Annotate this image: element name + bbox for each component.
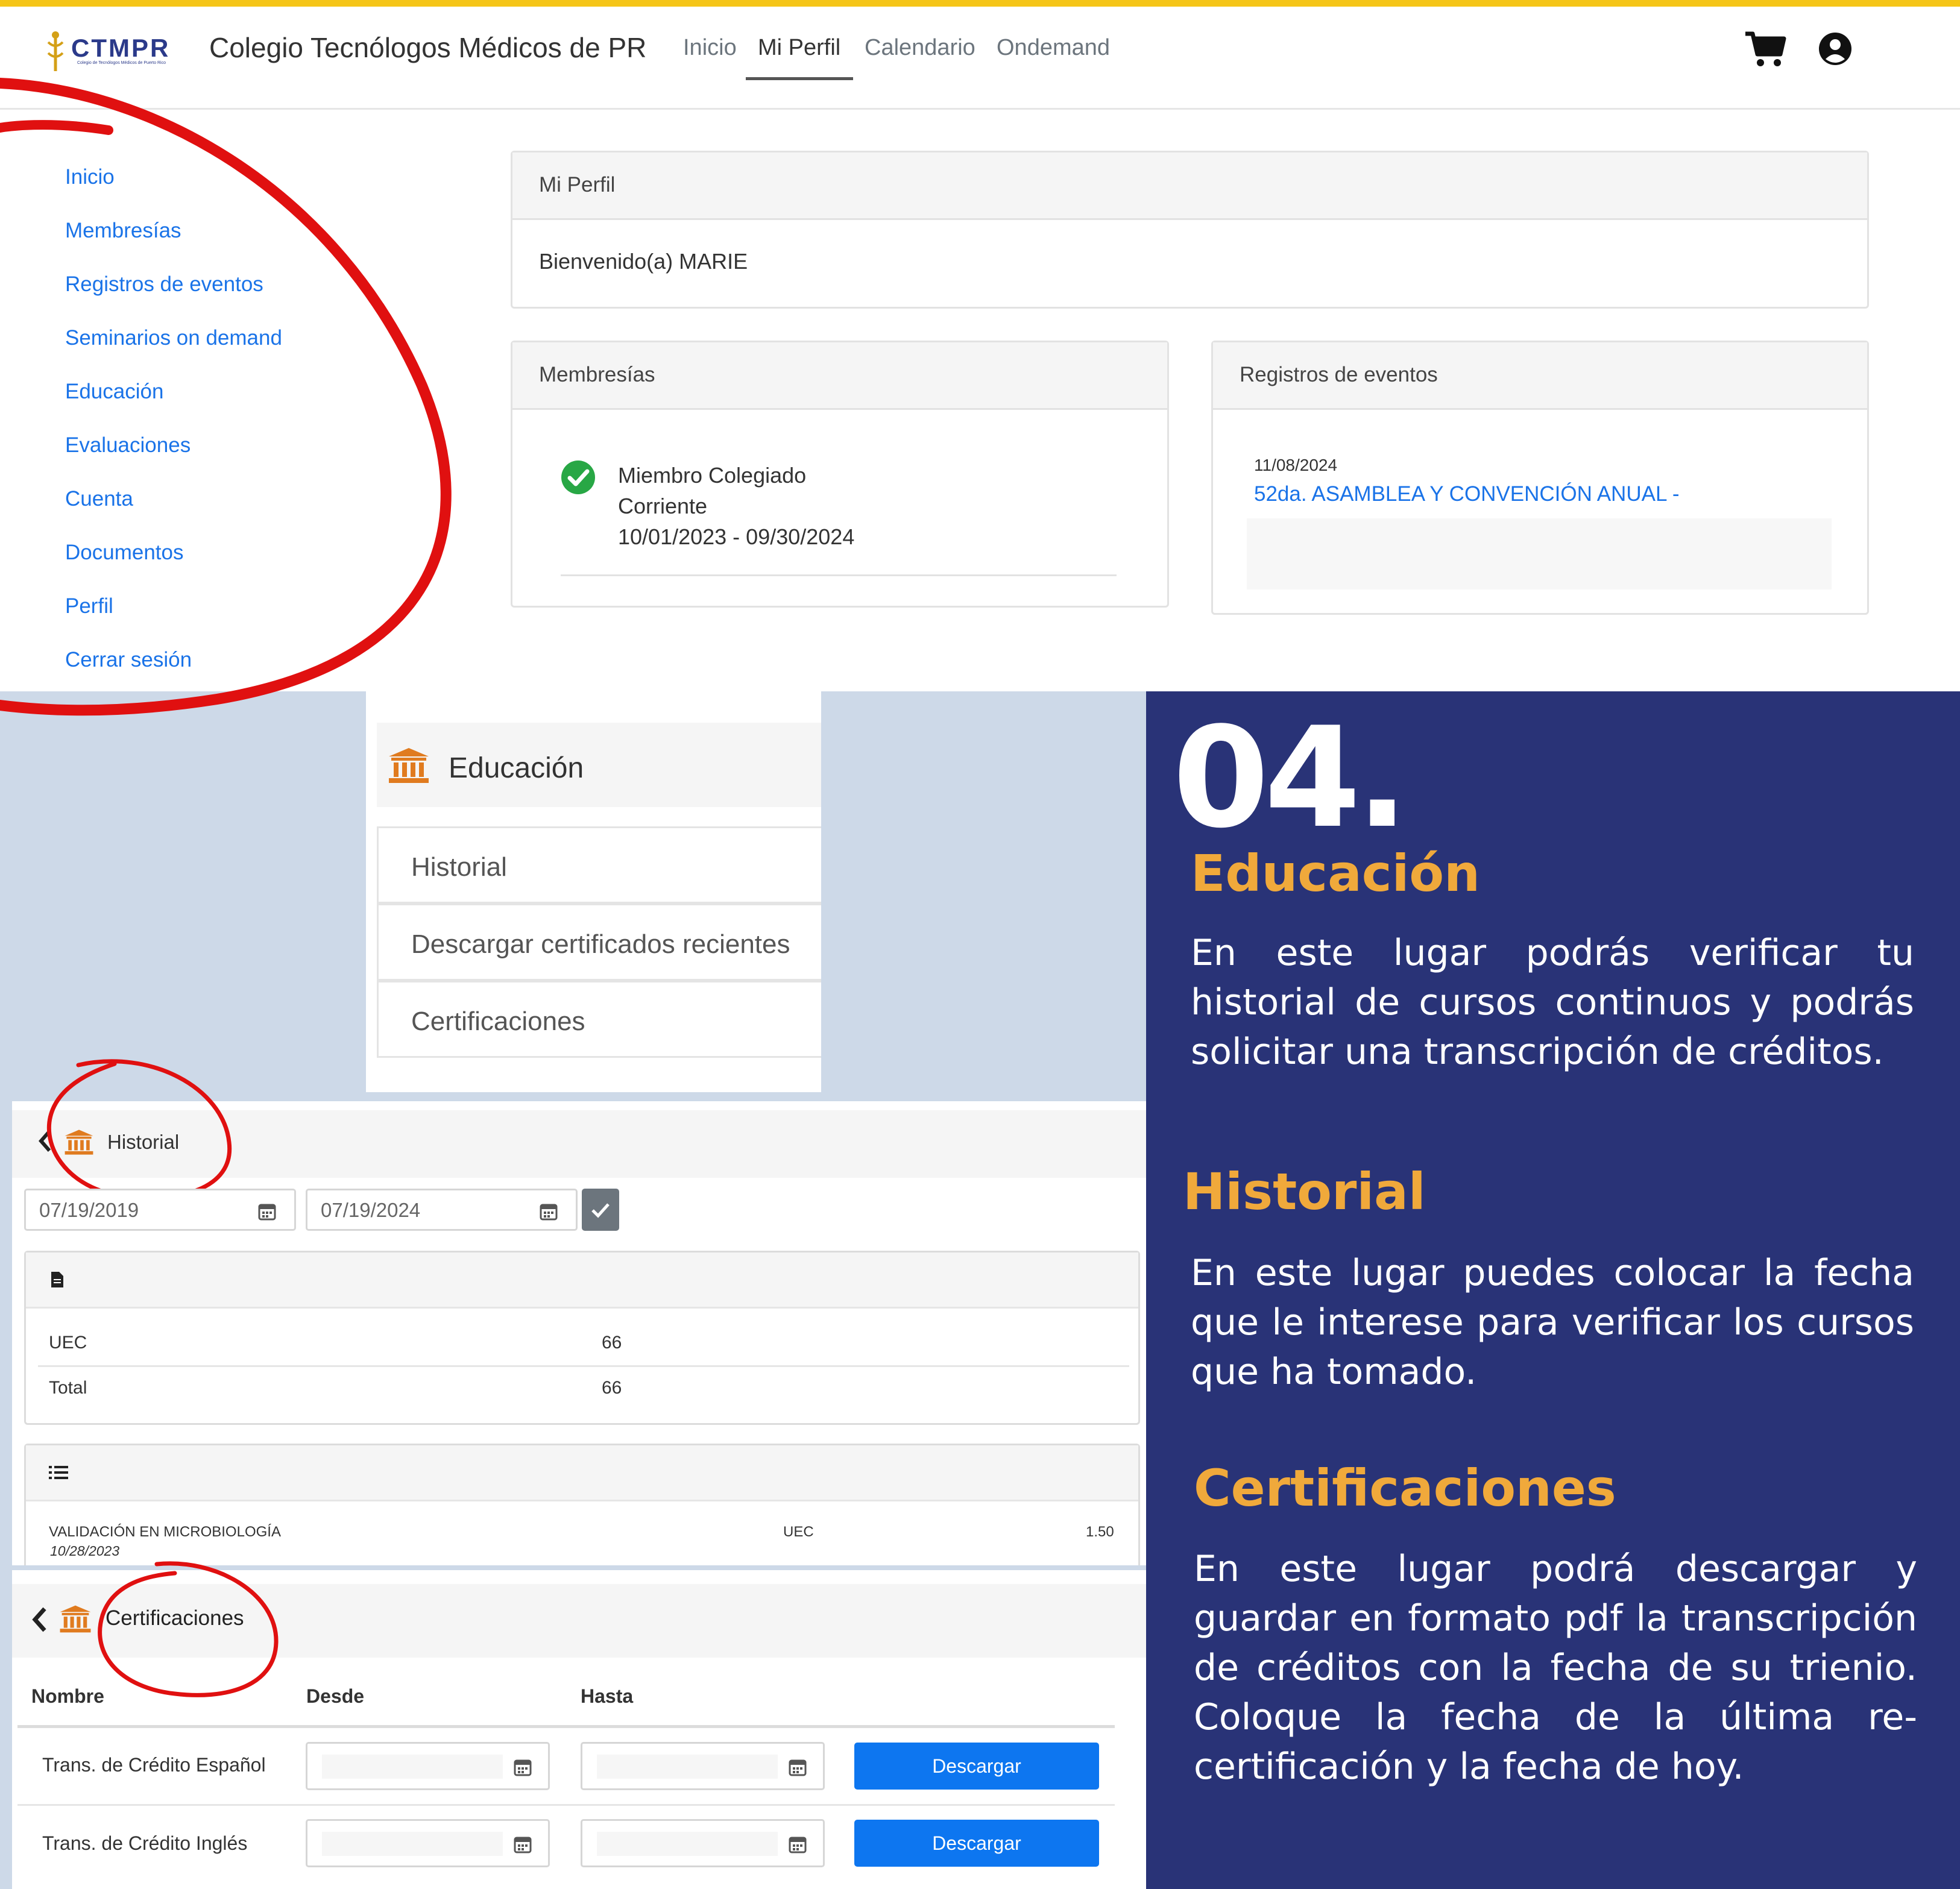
check-circle-icon — [561, 460, 596, 495]
events-card-header: Registros de eventos — [1213, 342, 1867, 410]
redacted-date — [597, 1755, 778, 1779]
section-text-certificaciones: En este lugar podrá descargar y guardar … — [1194, 1548, 1917, 1788]
summary-label-uec: UEC — [49, 1333, 87, 1353]
section-text-historial: En este lugar puedes colocar la fecha qu… — [1191, 1252, 1914, 1393]
membership-divider — [561, 574, 1117, 576]
calendar-icon[interactable] — [540, 1202, 558, 1221]
section-title-certificaciones: Certificaciones — [1194, 1459, 1616, 1518]
check-icon — [591, 1203, 610, 1218]
section-title-historial: Historial — [1183, 1162, 1426, 1221]
profile-card-header: Mi Perfil — [512, 152, 1867, 220]
shopping-cart-icon[interactable] — [1744, 30, 1786, 68]
education-menu-item-historial[interactable]: Historial — [377, 826, 821, 904]
profile-card: Mi Perfil Bienvenido(a) MARIE — [511, 151, 1869, 309]
column-header-hasta: Hasta — [581, 1685, 634, 1707]
cert-date-from-input[interactable] — [306, 1819, 550, 1867]
cert-date-to-input[interactable] — [581, 1819, 825, 1867]
education-menu-panel: Educación Historial Descargar certificad… — [366, 691, 821, 1092]
cert-date-from-input[interactable] — [306, 1742, 550, 1790]
course-name: VALIDACIÓN EN MICROBIOLOGÍA — [49, 1524, 281, 1540]
calendar-icon[interactable] — [514, 1835, 532, 1853]
date-to-value: 07/19/2024 — [321, 1199, 421, 1221]
row-divider — [17, 1804, 1115, 1806]
summary-value-uec: 66 — [602, 1333, 622, 1353]
membership-card: Membresías Miembro Colegiado Corriente 1… — [511, 341, 1169, 608]
course-type: UEC — [783, 1524, 814, 1540]
table-header-divider — [17, 1725, 1115, 1728]
calendar-icon[interactable] — [789, 1835, 807, 1853]
events-card: Registros de eventos 11/08/2024 52da. AS… — [1211, 341, 1869, 615]
date-to-input[interactable]: 07/19/2024 — [306, 1189, 578, 1231]
credits-summary-box: UEC 66 Total 66 — [24, 1251, 1140, 1425]
membership-period: 10/01/2023 - 09/30/2024 — [618, 524, 855, 549]
courses-list-box: VALIDACIÓN EN MICROBIOLOGÍA 10/28/2023 U… — [24, 1444, 1140, 1570]
membership-card-header: Membresías — [512, 342, 1167, 410]
summary-box-header — [26, 1253, 1138, 1307]
event-link[interactable]: 52da. ASAMBLEA Y CONVENCIÓN ANUAL - — [1254, 482, 1680, 506]
back-chevron-icon[interactable] — [31, 1606, 48, 1633]
redacted-date — [322, 1755, 503, 1779]
membership-status: Corriente — [618, 494, 708, 518]
column-header-desde: Desde — [306, 1685, 365, 1707]
redacted-date — [597, 1832, 778, 1856]
education-menu-item-label: Historial — [411, 852, 507, 882]
step-number: 04. — [1173, 698, 1408, 859]
courses-box-header — [26, 1445, 1138, 1500]
brand-logo-subtext: Colegio de Tecnólogos Médicos de Puerto … — [77, 61, 166, 65]
education-menu-title: Educación — [449, 752, 584, 784]
event-redacted-area — [1247, 518, 1832, 589]
event-date: 11/08/2024 — [1254, 456, 1338, 474]
date-from-input[interactable]: 07/19/2019 — [24, 1189, 296, 1231]
nav-link-ondemand[interactable]: Ondemand — [997, 35, 1110, 61]
row-divider — [26, 1500, 1138, 1501]
education-menu-item-descargar-certificados[interactable]: Descargar certificados recientes — [377, 904, 821, 981]
profile-card-title: Mi Perfil — [539, 173, 616, 196]
calendar-icon[interactable] — [789, 1758, 807, 1776]
list-icon — [49, 1465, 68, 1480]
calendar-icon[interactable] — [258, 1202, 276, 1221]
calendar-icon[interactable] — [514, 1758, 532, 1776]
user-circle-icon[interactable] — [1818, 31, 1853, 66]
cert-row-name: Trans. de Crédito Español — [42, 1754, 266, 1776]
welcome-text: Bienvenido(a) MARIE — [539, 249, 748, 274]
education-menu-item-label: Descargar certificados recientes — [411, 929, 790, 959]
brand-title[interactable]: Colegio Tecnólogos Médicos de PR — [209, 31, 646, 64]
date-from-value: 07/19/2019 — [39, 1199, 139, 1221]
redacted-date — [322, 1832, 503, 1856]
sidebar-highlight-annotation — [0, 72, 482, 729]
nav-link-inicio[interactable]: Inicio — [683, 35, 737, 61]
apply-dates-button[interactable] — [582, 1189, 619, 1231]
brand-logo-text: CTMPR — [71, 34, 171, 62]
download-button-ingles[interactable]: Descargar — [854, 1820, 1099, 1867]
education-menu-item-certificaciones[interactable]: Certificaciones — [377, 981, 821, 1058]
download-button-espanol[interactable]: Descargar — [854, 1743, 1099, 1790]
section-text-educacion: En este lugar podrás verificar tu histor… — [1191, 932, 1914, 1073]
course-credits: 1.50 — [1086, 1524, 1114, 1540]
row-divider — [26, 1307, 1138, 1309]
events-card-title: Registros de eventos — [1240, 363, 1438, 386]
cert-row-name: Trans. de Crédito Inglés — [42, 1832, 248, 1854]
cert-date-to-input[interactable] — [581, 1742, 825, 1790]
education-menu-item-label: Certificaciones — [411, 1007, 585, 1036]
row-divider — [38, 1365, 1129, 1367]
nav-link-mi-perfil[interactable]: Mi Perfil — [758, 35, 840, 61]
top-accent-strip — [0, 0, 1960, 7]
document-icon — [50, 1271, 65, 1289]
nav-link-calendario[interactable]: Calendario — [865, 35, 975, 61]
nav-active-indicator — [746, 77, 853, 80]
summary-value-total: 66 — [602, 1378, 622, 1398]
certificaciones-highlight-annotation — [84, 1552, 289, 1703]
membership-type: Miembro Colegiado — [618, 463, 807, 488]
education-menu-header — [377, 723, 821, 807]
membership-card-title: Membresías — [539, 363, 655, 386]
historial-highlight-annotation — [42, 1052, 241, 1202]
section-title-educacion: Educación — [1191, 844, 1480, 903]
summary-label-total: Total — [49, 1378, 87, 1398]
bank-icon — [388, 747, 430, 784]
column-header-nombre: Nombre — [31, 1685, 104, 1707]
